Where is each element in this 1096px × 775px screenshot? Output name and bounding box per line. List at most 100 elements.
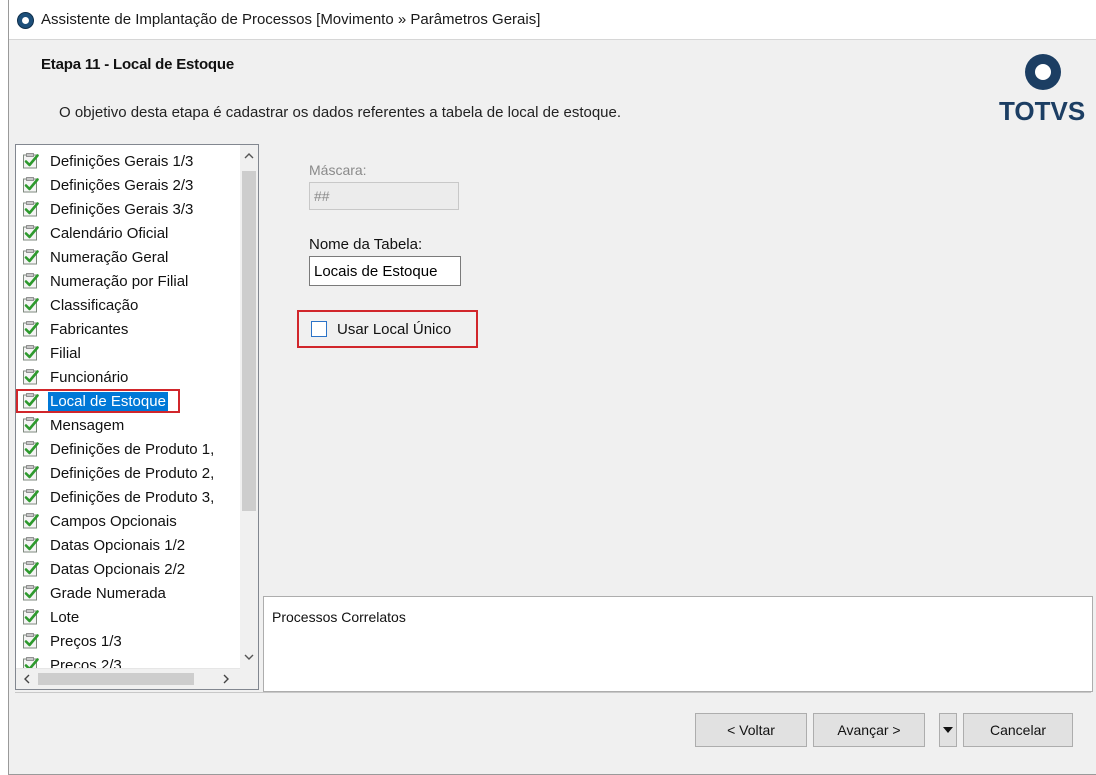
use-unique-local-checkbox[interactable] [311, 321, 327, 337]
step-item[interactable]: Numeração por Filial [16, 269, 241, 293]
step-item-label: Local de Estoque [48, 391, 168, 411]
related-processes-title: Processos Correlatos [272, 609, 406, 625]
step-item[interactable]: Lote [16, 605, 241, 629]
step-item[interactable]: Funcionário [16, 365, 241, 389]
step-item[interactable]: Grade Numerada [16, 581, 241, 605]
step-item[interactable]: Definições Gerais 2/3 [16, 173, 241, 197]
step-complete-checklist-icon [22, 464, 40, 482]
step-item-label: Filial [50, 344, 81, 362]
step-item[interactable]: Preços 1/3 [16, 629, 241, 653]
step-item[interactable]: Datas Opcionais 1/2 [16, 533, 241, 557]
step-complete-checklist-icon [22, 632, 40, 650]
scroll-up-arrow[interactable] [240, 147, 258, 165]
step-item[interactable]: Classificação [16, 293, 241, 317]
desktop-edge [0, 0, 8, 775]
step-item[interactable]: Filial [16, 341, 241, 365]
step-complete-checklist-icon [22, 368, 40, 386]
step-complete-checklist-icon [22, 176, 40, 194]
step-complete-checklist-icon [22, 320, 40, 338]
step-item-label: Numeração por Filial [50, 272, 189, 290]
options-dropdown-button[interactable] [939, 713, 957, 747]
step-item[interactable]: Definições de Produto 3, [16, 485, 241, 509]
step-item[interactable]: Datas Opcionais 2/2 [16, 557, 241, 581]
step-complete-checklist-icon [22, 224, 40, 242]
related-processes-panel: Processos Correlatos [263, 596, 1093, 692]
title-bar[interactable]: Assistente de Implantação de Processos [… [9, 0, 1096, 40]
cancel-button[interactable]: Cancelar [963, 713, 1073, 747]
step-item-label: Definições Gerais 2/3 [50, 176, 194, 194]
step-complete-checklist-icon [22, 656, 40, 668]
step-complete-checklist-icon [22, 512, 40, 530]
step-item-label: Fabricantes [50, 320, 129, 338]
step-item[interactable]: Numeração Geral [16, 245, 241, 269]
step-item[interactable]: Definições Gerais 1/3 [16, 149, 241, 173]
steps-vertical-scrollbar[interactable] [240, 145, 258, 668]
app-icon [17, 12, 34, 29]
step-complete-checklist-icon [22, 248, 40, 266]
step-item-label: Grade Numerada [50, 584, 166, 602]
step-complete-checklist-icon [22, 536, 40, 554]
step-complete-checklist-icon [22, 584, 40, 602]
use-unique-local-option[interactable]: Usar Local Único [297, 310, 478, 348]
step-item[interactable]: Mensagem [16, 413, 241, 437]
step-description: O objetivo desta etapa é cadastrar os da… [59, 104, 622, 121]
wizard-window: Assistente de Implantação de Processos [… [8, 0, 1096, 775]
step-item-label: Definições Gerais 3/3 [50, 200, 194, 218]
vertical-scroll-thumb[interactable] [242, 171, 256, 511]
step-item[interactable]: Local de Estoque [16, 389, 180, 413]
step-complete-checklist-icon [22, 608, 40, 626]
back-button[interactable]: < Voltar [695, 713, 807, 747]
step-item[interactable]: Definições de Produto 2, [16, 461, 241, 485]
use-unique-local-label[interactable]: Usar Local Único [337, 321, 451, 338]
step-item-label: Definições de Produto 1, [50, 440, 215, 458]
table-name-label: Nome da Tabela: [309, 236, 423, 253]
step-header: Etapa 11 - Local de Estoque O objetivo d… [15, 44, 1091, 140]
scroll-left-arrow[interactable] [18, 669, 36, 689]
step-item[interactable]: Definições de Produto 1, [16, 437, 241, 461]
step-complete-checklist-icon [22, 152, 40, 170]
step-item-label: Datas Opcionais 1/2 [50, 536, 186, 554]
step-item-label: Lote [50, 608, 80, 626]
steps-list[interactable]: Definições Gerais 1/3 Definições Gerais 2… [16, 145, 241, 668]
step-complete-checklist-icon [22, 392, 40, 410]
table-name-input[interactable] [309, 256, 461, 286]
totvs-logo-icon [1025, 54, 1061, 90]
step-item-label: Mensagem [50, 416, 125, 434]
step-item-label: Calendário Oficial [50, 224, 169, 242]
step-complete-checklist-icon [22, 272, 40, 290]
step-item-label: Preços 2/3 [50, 656, 122, 669]
step-item[interactable]: Campos Opcionais [16, 509, 241, 533]
step-item[interactable]: Fabricantes [16, 317, 241, 341]
step-complete-checklist-icon [22, 488, 40, 506]
steps-list-panel[interactable]: Definições Gerais 1/3 Definições Gerais 2… [15, 144, 259, 690]
step-complete-checklist-icon [22, 416, 40, 434]
step-form: Máscara: Nome da Tabela: Usar Local Únic… [261, 144, 1091, 592]
chevron-down-icon [943, 727, 953, 733]
step-title: Etapa 11 - Local de Estoque [41, 56, 234, 73]
horizontal-scroll-thumb[interactable] [38, 673, 194, 685]
step-item-label: Classificação [50, 296, 139, 314]
step-item-label: Funcionário [50, 368, 129, 386]
step-item-label: Preços 1/3 [50, 632, 122, 650]
step-item-label: Campos Opcionais [50, 512, 177, 530]
footer-separator [15, 692, 1091, 693]
step-item[interactable]: Calendário Oficial [16, 221, 241, 245]
step-item-label: Definições Gerais 1/3 [50, 152, 194, 170]
steps-horizontal-scrollbar[interactable] [16, 668, 241, 689]
totvs-logo: TOTVS [999, 54, 1085, 134]
step-complete-checklist-icon [22, 200, 40, 218]
step-item[interactable]: Definições Gerais 3/3 [16, 197, 241, 221]
scroll-right-arrow[interactable] [217, 669, 235, 689]
scroll-down-arrow[interactable] [240, 648, 258, 666]
next-button[interactable]: Avançar > [813, 713, 925, 747]
step-complete-checklist-icon [22, 296, 40, 314]
step-item-label: Definições de Produto 2, [50, 464, 215, 482]
mask-label: Máscara: [309, 162, 367, 178]
scrollbar-corner [240, 668, 258, 689]
step-complete-checklist-icon [22, 440, 40, 458]
step-complete-checklist-icon [22, 344, 40, 362]
mask-input [309, 182, 459, 210]
step-item-label: Datas Opcionais 2/2 [50, 560, 186, 578]
totvs-logo-text: TOTVS [999, 96, 1086, 126]
step-item[interactable]: Preços 2/3 [16, 653, 241, 668]
